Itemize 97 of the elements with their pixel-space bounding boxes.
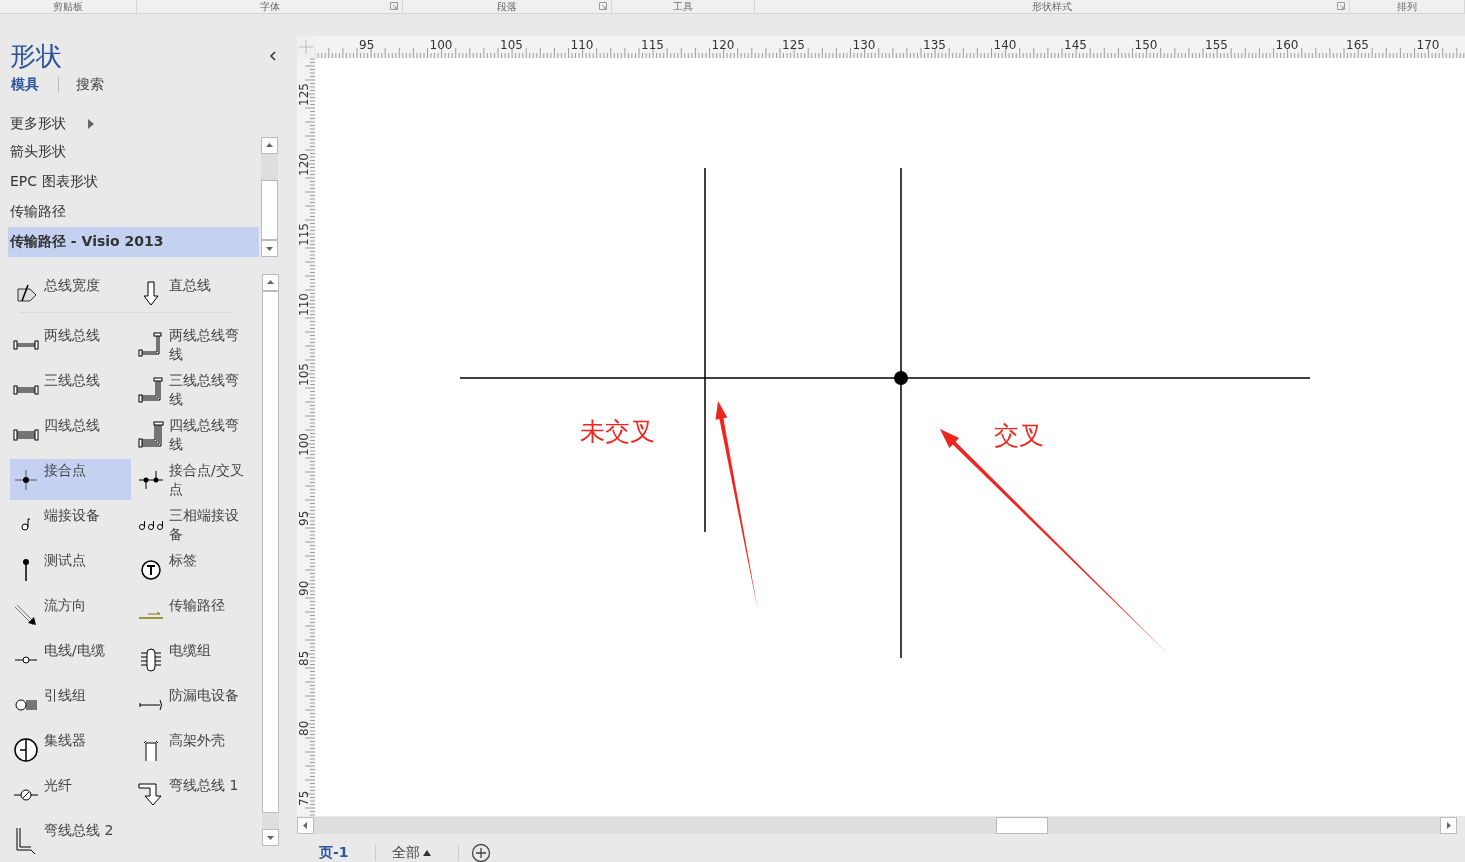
ruler-label: 110 [570, 38, 594, 52]
arrow-line-icon [138, 610, 164, 619]
ruler-label: 135 [923, 38, 946, 52]
scrollbar[interactable] [297, 817, 1457, 834]
ruler-label: 90 [297, 580, 311, 596]
ruler-label: 165 [1346, 38, 1369, 52]
ruler-label: 155 [1205, 38, 1228, 52]
test-point-icon [22, 558, 30, 581]
annotation-label: 未交叉 [580, 417, 655, 446]
elbow-bus-icon [137, 420, 165, 449]
shape-item[interactable]: 高架外壳 [135, 729, 256, 770]
submenu-arrow-icon [88, 119, 94, 129]
shape-item[interactable]: 两线总线弯线 [135, 324, 256, 365]
stencil-item[interactable]: 箭头形状 [8, 137, 259, 168]
terminal-icon [21, 518, 31, 531]
ruler-label: 170 [1416, 38, 1440, 52]
ruler-label: 100 [297, 433, 311, 456]
shape-item[interactable]: 三线总线弯线 [135, 369, 256, 410]
dialog-launcher-icon[interactable] [599, 2, 607, 10]
terminals-icon [138, 519, 164, 530]
shape-item[interactable]: 总线宽度 [10, 274, 131, 312]
ruler-label: 95 [297, 510, 311, 526]
shape-item[interactable]: 两线总线 [10, 324, 131, 365]
scroll-left-icon[interactable] [297, 817, 314, 834]
ruler-label: 130 [852, 38, 876, 52]
scroll-thumb[interactable] [996, 817, 1048, 834]
shape-item[interactable]: 标签 [135, 549, 256, 590]
ruler-label: 115 [297, 223, 311, 246]
ruler-label: 105 [500, 38, 523, 52]
shape-item[interactable]: 接合点/交叉点 [135, 459, 256, 500]
hub-icon [12, 735, 40, 764]
stencil-item[interactable]: 传输路径 - Visio 2013 [8, 227, 259, 258]
scroll-up-icon[interactable] [261, 137, 278, 155]
junction-dot [894, 371, 908, 385]
shape-item[interactable]: 电线/电缆 [10, 639, 131, 680]
stencil-item[interactable]: EPC 图表形状 [8, 167, 259, 198]
ruler-label: 150 [1134, 38, 1158, 52]
shape-item[interactable]: 四线总线弯线 [135, 414, 256, 455]
ruler-label: 160 [1275, 38, 1299, 52]
scrollbar[interactable] [261, 137, 278, 258]
shape-item[interactable]: 光纤 [10, 774, 131, 815]
pane-title: 形状 [10, 40, 62, 72]
page-tab[interactable]: 页-1 [319, 844, 349, 862]
scroll-right-icon[interactable] [1440, 817, 1457, 834]
ruler-label: 115 [641, 38, 664, 52]
stencil-item[interactable]: 传输路径 [8, 197, 259, 228]
ribbon-group-label: 形状样式 [1032, 0, 1072, 13]
ruler-label: 120 [297, 153, 311, 176]
ruler-label: 95 [359, 38, 375, 52]
more-shapes-button[interactable]: 更多形状 [0, 113, 94, 136]
ruler-label: 125 [297, 83, 311, 106]
ribbon-group-label: 工具 [673, 0, 693, 13]
shape-item[interactable]: 电缆组 [135, 639, 256, 680]
annotation-label: 交叉 [994, 421, 1044, 450]
ruler-label: 85 [297, 650, 311, 666]
shape-item[interactable]: 传输路径 [135, 594, 256, 635]
ruler-label: 75 [297, 790, 311, 806]
shape-item[interactable]: 集线器 [10, 729, 131, 770]
ruler-label: 125 [782, 38, 805, 52]
elbow-bus-icon [137, 375, 165, 404]
scroll-down-icon[interactable] [262, 829, 279, 846]
shape-item[interactable]: 引线组 [10, 684, 131, 725]
shape-item[interactable]: 三线总线 [10, 369, 131, 410]
shape-item[interactable]: 测试点 [10, 549, 131, 590]
ruler-label: 120 [711, 38, 735, 52]
scroll-down-icon[interactable] [261, 240, 278, 258]
scroll-up-icon[interactable] [262, 274, 279, 291]
shape-item[interactable]: 接合点 [10, 459, 131, 500]
ribbon-group-label: 字体 [259, 0, 280, 13]
scroll-thumb[interactable] [261, 180, 278, 241]
add-page-icon[interactable] [470, 843, 491, 862]
shape-item[interactable]: 弯线总线 2 [10, 819, 131, 860]
ribbon-group-label: 段落 [497, 0, 517, 13]
shape-item[interactable]: 端接设备 [10, 504, 131, 545]
wire-icon [14, 655, 38, 664]
ribbon-group-label: 剪贴板 [53, 0, 83, 13]
ruler-label: 100 [429, 38, 453, 52]
shape-item[interactable]: 三相端接设备 [135, 504, 256, 545]
ruler-label: 145 [1064, 38, 1087, 52]
pane-tab[interactable]: 模具 [10, 76, 40, 94]
dialog-launcher-icon[interactable] [390, 2, 398, 10]
pane-tab[interactable]: 搜索 [75, 76, 105, 94]
ruler-label: 140 [993, 38, 1017, 52]
ruler-label: 80 [297, 720, 311, 736]
shape-item[interactable]: 四线总线 [10, 414, 131, 455]
ruler-label: 110 [297, 293, 311, 316]
dialog-launcher-icon[interactable] [1337, 2, 1345, 10]
shape-item[interactable]: 弯线总线 1 [135, 774, 256, 815]
shape-item[interactable]: 直总线 [135, 274, 256, 312]
shape-item[interactable]: 流方向 [10, 594, 131, 635]
elbow-bus-icon [137, 330, 165, 359]
shape-item[interactable]: 防漏电设备 [135, 684, 256, 725]
collapse-icon[interactable] [269, 50, 277, 62]
ruler-label: 105 [297, 363, 311, 386]
page-tab[interactable]: 全部 [391, 844, 432, 862]
caret-icon [421, 849, 432, 857]
ribbon-group-label: 排列 [1397, 0, 1417, 13]
